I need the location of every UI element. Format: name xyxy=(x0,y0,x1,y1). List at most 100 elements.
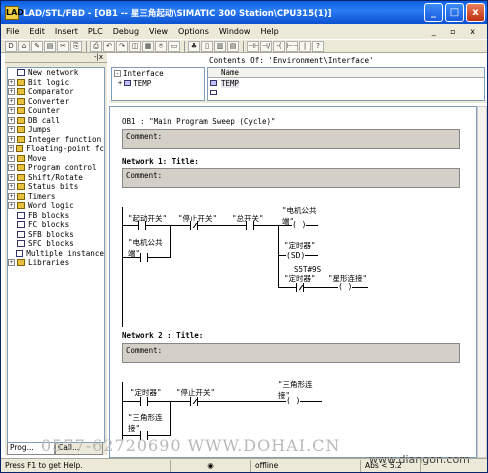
catalog-item[interactable]: + DB call xyxy=(8,116,104,126)
toolbar-button-21[interactable]: | xyxy=(299,40,311,52)
menu-insert[interactable]: Insert xyxy=(50,27,83,36)
minimize-button[interactable]: _ xyxy=(424,3,443,22)
expand-icon[interactable]: + xyxy=(8,183,15,191)
toolbar-button-9[interactable]: ◫ xyxy=(129,40,141,52)
catalog-item[interactable]: + Jumps xyxy=(8,125,104,135)
expand-icon[interactable]: + xyxy=(8,192,15,200)
toolbar-button-22[interactable]: ? xyxy=(312,40,324,52)
catalog-item[interactable]: Multiple instance xyxy=(8,249,104,259)
block-comment[interactable]: Comment: xyxy=(122,129,460,149)
menu-edit[interactable]: Edit xyxy=(24,27,50,36)
catalog-item[interactable]: FC blocks xyxy=(8,220,104,230)
network1-title[interactable]: Network 1: Title: xyxy=(122,157,199,166)
n1-contact-seal[interactable] xyxy=(140,253,148,262)
toolbar-button-4[interactable]: ✂ xyxy=(57,40,69,52)
catalog-item[interactable]: New network xyxy=(8,68,104,78)
catalog-item[interactable]: + Integer function xyxy=(8,135,104,145)
toolbar-button-5[interactable]: ⎘ xyxy=(70,40,82,52)
catalog-item[interactable]: SFC blocks xyxy=(8,239,104,249)
vertical-scrollbar[interactable] xyxy=(477,106,487,458)
column-name-header[interactable]: Name xyxy=(208,68,484,78)
menu-options[interactable]: Options xyxy=(173,27,214,36)
plus-icon[interactable]: + xyxy=(118,79,122,87)
toolbar-button-19[interactable]: -( ) xyxy=(273,40,285,52)
n2-seal-join xyxy=(170,401,171,436)
toolbar-button-20[interactable]: ⊢⊣ xyxy=(286,40,298,52)
n1-contact-stop[interactable] xyxy=(190,221,198,230)
toolbar-button-1[interactable]: ⌂ xyxy=(18,40,30,52)
interface-root[interactable]: - Interface xyxy=(112,68,204,78)
catalog-item[interactable]: + Floating-point fc xyxy=(8,144,104,154)
catalog-item[interactable]: + Shift/Rotate xyxy=(8,173,104,183)
toolbar-button-18[interactable]: ⊣/⊢ xyxy=(260,40,272,52)
expand-icon[interactable]: + xyxy=(8,97,15,105)
table-row[interactable]: TEMP xyxy=(208,78,484,88)
menu-window[interactable]: Window xyxy=(214,27,256,36)
catalog-item[interactable]: SFB blocks xyxy=(8,230,104,240)
toolbar-button-15[interactable]: ▥ xyxy=(214,40,226,52)
expand-icon[interactable]: + xyxy=(8,126,15,134)
mdi-controls[interactable]: _ ▫ x xyxy=(432,27,487,36)
expand-icon[interactable]: + xyxy=(8,259,15,267)
toolbar-button-11[interactable]: ⌾ xyxy=(155,40,167,52)
expand-icon[interactable]: + xyxy=(8,173,15,181)
toolbar-button-2[interactable]: ✎ xyxy=(31,40,43,52)
catalog-item-label: Libraries xyxy=(28,258,70,268)
menu-file[interactable]: File xyxy=(1,27,24,36)
expand-icon[interactable]: + xyxy=(8,88,15,96)
catalog-item[interactable]: + Move xyxy=(8,154,104,164)
expand-icon[interactable]: + xyxy=(8,145,15,153)
network2-title[interactable]: Network 2 : Title: xyxy=(122,331,203,340)
interface-temp[interactable]: + TEMP xyxy=(112,78,204,88)
catalog-item[interactable]: FB blocks xyxy=(8,211,104,221)
catalog-item[interactable]: + Libraries xyxy=(8,258,104,268)
toolbar-button-0[interactable]: D xyxy=(5,40,17,52)
catalog-item[interactable]: + Timers xyxy=(8,192,104,202)
catalog-item[interactable]: + Status bits xyxy=(8,182,104,192)
toolbar-button-6[interactable]: ⎙ xyxy=(90,40,102,52)
toolbar-button-7[interactable]: ↶ xyxy=(103,40,115,52)
catalog-item[interactable]: + Counter xyxy=(8,106,104,116)
menu-help[interactable]: Help xyxy=(255,27,283,36)
ladder-editor[interactable]: OB1 : "Main Program Sweep (Cycle)" Comme… xyxy=(109,106,477,458)
n1-contact-main[interactable] xyxy=(246,221,254,230)
n1-contact-start[interactable] xyxy=(138,221,146,230)
expand-icon[interactable]: + xyxy=(8,202,15,210)
menu-plc[interactable]: PLC xyxy=(83,27,108,36)
expand-icon[interactable]: + xyxy=(8,154,15,162)
catalog-item[interactable]: + Program control xyxy=(8,163,104,173)
expand-icon[interactable]: + xyxy=(8,135,15,143)
catalog-item[interactable]: + Converter xyxy=(8,97,104,107)
toolbar-button-13[interactable]: ♣ xyxy=(188,40,200,52)
n1-timer-coil[interactable]: (SD) xyxy=(286,251,306,260)
close-button[interactable]: x xyxy=(466,3,485,22)
toolbar-button-17[interactable]: ⊣⊢ xyxy=(247,40,259,52)
expand-icon[interactable]: + xyxy=(8,78,15,86)
toolbar-button-16[interactable]: ▤ xyxy=(227,40,239,52)
n2-contact-timer[interactable] xyxy=(140,397,148,406)
catalog-header-controls[interactable]: -|x xyxy=(5,53,107,63)
collapse-icon[interactable]: - xyxy=(114,69,121,77)
expand-icon[interactable]: + xyxy=(8,116,15,124)
n2-coil-delta[interactable]: ( ) xyxy=(286,396,301,405)
toolbar-button-8[interactable]: ↷ xyxy=(116,40,128,52)
catalog-item[interactable]: + Comparator xyxy=(8,87,104,97)
catalog-item[interactable]: + Bit logic xyxy=(8,78,104,88)
menu-debug[interactable]: Debug xyxy=(108,27,144,36)
expand-icon[interactable]: + xyxy=(8,107,15,115)
maximize-button[interactable]: □ xyxy=(445,3,464,22)
toolbar-button-12[interactable]: ▭ xyxy=(168,40,180,52)
menu-view[interactable]: View xyxy=(144,27,173,36)
n1-star-coil[interactable]: ( ) xyxy=(338,282,353,291)
n1-star-contact[interactable] xyxy=(296,283,304,292)
toolbar-button-14[interactable]: ▯ xyxy=(201,40,213,52)
expand-icon[interactable]: + xyxy=(8,164,15,172)
network1-comment[interactable]: Comment: xyxy=(122,168,460,188)
toolbar-button-3[interactable]: ▤ xyxy=(44,40,56,52)
catalog-item[interactable]: + Word logic xyxy=(8,201,104,211)
n1-coil-motor[interactable]: ( ) xyxy=(292,220,307,229)
toolbar-button-10[interactable]: ▦ xyxy=(142,40,154,52)
table-row-empty[interactable] xyxy=(208,88,484,98)
network2-comment[interactable]: Comment: xyxy=(122,343,460,363)
n2-contact-stop[interactable] xyxy=(190,397,198,406)
